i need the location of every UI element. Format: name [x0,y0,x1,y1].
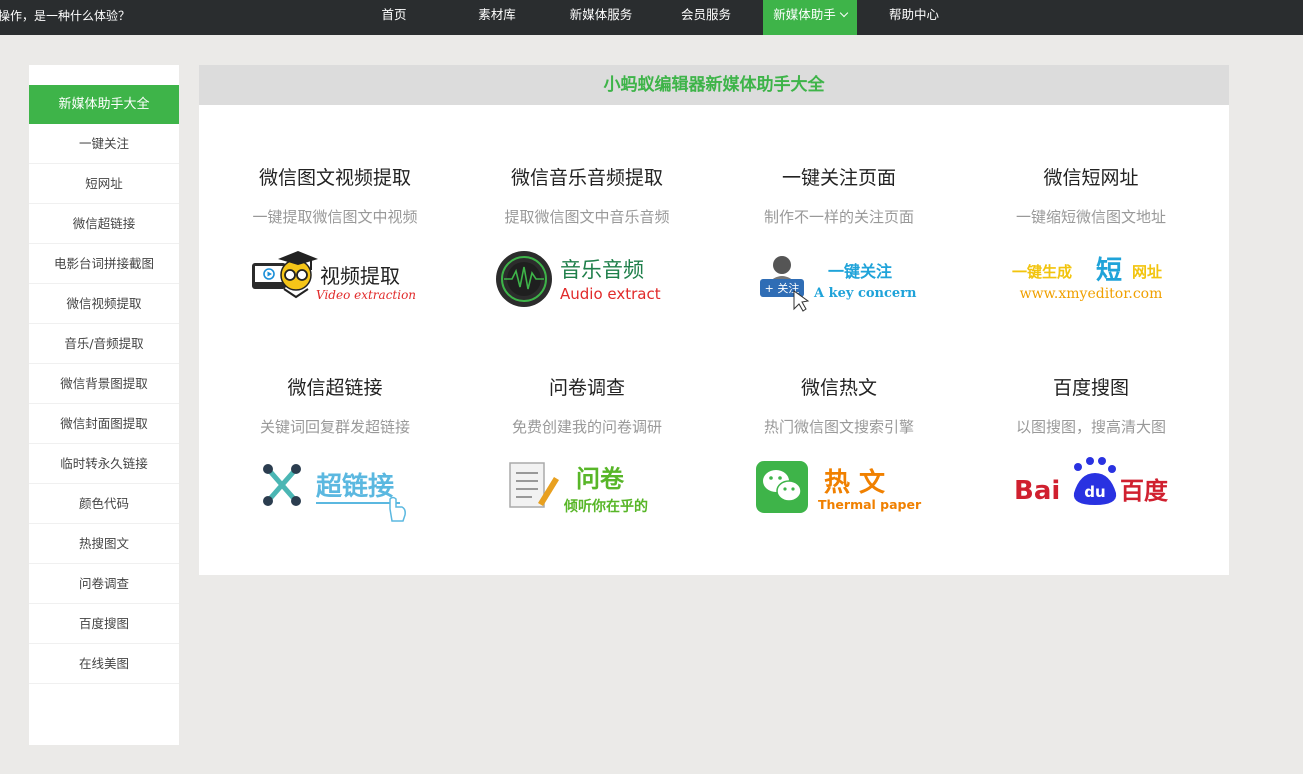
tool-card-baidu-image[interactable]: 百度搜图 以图搜图，搜高清大图 Bai du 百度 [965,375,1217,523]
sidebar-item-movie-lines[interactable]: 电影台词拼接截图 [29,244,179,284]
tool-title: 微信音乐音频提取 [510,167,663,189]
logo-text-b: 短 [1096,256,1122,286]
logo-subtext: Thermal paper [818,497,922,512]
nav-home[interactable]: 首页 [362,0,426,35]
tool-card-hot-article[interactable]: 微信热文 热门微信图文搜索引擎 热 文 Thermal paper [713,375,965,523]
tool-title: 百度搜图 [1052,377,1129,399]
sidebar-heading[interactable]: 新媒体助手大全 [29,85,179,124]
tool-card-audio-extract[interactable]: 微信音乐音频提取 提取微信图文中音乐音频 音乐音频 Audio extract [461,165,713,313]
logo-subtext: 倾听你在乎的 [563,498,648,515]
sidebar-item-color-code[interactable]: 颜色代码 [29,484,179,524]
tool-description: 制作不一样的关注页面 [763,208,914,226]
logo-text: 一键关注 [828,262,892,281]
logo-text-a: 一键生成 [1012,263,1072,281]
tool-card-questionnaire[interactable]: 问卷调查 免费创建我的问卷调研 问卷 倾听你在乎的 [461,375,713,523]
logo-subtext: www.xmyeditor.com [1020,286,1163,302]
logo-text: 问卷 [576,465,625,493]
tool-title: 问卷调查 [548,377,625,399]
nav-help-center[interactable]: 帮助中心 [878,0,950,35]
tool-card-key-concern[interactable]: 一键关注页面 制作不一样的关注页面 + 关注 一键关注 A key concer… [713,165,965,313]
sidebar-item-audio-extract[interactable]: 音乐/音频提取 [29,324,179,364]
tool-title: 微信热文 [800,377,877,399]
logo-text: 视频提取 [320,264,400,288]
sidebar-item-baidu-image[interactable]: 百度搜图 [29,604,179,644]
tool-card-hyperlink[interactable]: 微信超链接 关键词回复群发超链接 超链接 [209,375,461,523]
audio-extract-logo-icon: 音乐音频 Audio extract [496,251,661,307]
tools-panel: 小蚂蚁编辑器新媒体助手大全 微信图文视频提取 一键提取微信图文中视频 视频提取 … [199,65,1229,575]
nav-new-media-assistant-label: 新媒体助手 [773,7,836,22]
baidu-logo-icon: Bai du 百度 [1014,457,1169,506]
sidebar: 新媒体助手大全 一键关注 短网址 微信超链接 电影台词拼接截图 微信视频提取 音… [29,65,179,745]
logo-text-a: Bai [1014,476,1060,506]
tool-title: 微信短网址 [1043,167,1139,189]
tool-description: 热门微信图文搜索引擎 [763,418,914,436]
hot-article-logo-icon: 热 文 Thermal paper [756,461,922,513]
tool-description: 免费创建我的问卷调研 [511,418,662,436]
logo-subtext: Audio extract [560,285,661,303]
chevron-down-icon [839,8,848,18]
tool-description: 以图搜图，搜高清大图 [1015,418,1166,436]
tool-title: 微信图文视频提取 [258,167,411,189]
sidebar-item-cover-extract[interactable]: 微信封面图提取 [29,404,179,444]
sidebar-item-hot-search[interactable]: 热搜图文 [29,524,179,564]
tool-description: 提取微信图文中音乐音频 [504,208,670,226]
sidebar-item-one-click-follow[interactable]: 一键关注 [29,124,179,164]
panel-title: 小蚂蚁编辑器新媒体助手大全 [199,65,1229,105]
tool-card-short-url[interactable]: 微信短网址 一键缩短微信图文地址 一键生成 短 网址 www.xmyeditor… [965,165,1217,313]
nav-new-media-assistant[interactable]: 新媒体助手 [763,0,857,35]
tool-description: 关键词回复群发超链接 [259,418,410,436]
sidebar-list: 一键关注 短网址 微信超链接 电影台词拼接截图 微信视频提取 音乐/音频提取 微… [29,124,179,684]
sidebar-item-short-url[interactable]: 短网址 [29,164,179,204]
logo-subtext: Video extraction [316,288,416,302]
logo-subtext: A key concern [813,286,917,301]
logo-text-c: 网址 [1132,263,1162,281]
logo-text-c: 百度 [1120,477,1169,505]
sidebar-item-video-extract[interactable]: 微信视频提取 [29,284,179,324]
sidebar-item-online-photo[interactable]: 在线美图 [29,644,179,684]
sidebar-item-questionnaire[interactable]: 问卷调查 [29,564,179,604]
questionnaire-logo-icon: 问卷 倾听你在乎的 [509,462,648,515]
top-nav-bar: 操作，是一种什么体验？ 首页 素材库 新媒体服务 会员服务 新媒体助手 帮助中心 [0,0,1303,35]
sidebar-item-background-extract[interactable]: 微信背景图提取 [29,364,179,404]
tool-title: 微信超链接 [287,377,383,399]
key-concern-logo-icon: + 关注 一键关注 A key concern [760,256,917,312]
sidebar-item-hyperlink[interactable]: 微信超链接 [29,204,179,244]
short-url-logo-icon: 一键生成 短 网址 www.xmyeditor.com [1012,256,1163,302]
nav-materials[interactable]: 素材库 [465,0,529,35]
nav-member-service[interactable]: 会员服务 [670,0,742,35]
logo-text: 超链接 [316,471,394,502]
video-extraction-logo-icon: 视频提取 Video extraction [252,251,416,302]
nav-new-media-service[interactable]: 新媒体服务 [560,0,642,35]
logo-text-b: du [1084,483,1105,501]
hyperlink-logo-icon: 超链接 [263,464,406,522]
tool-title: 一键关注页面 [781,167,896,189]
tool-card-video-extract[interactable]: 微信图文视频提取 一键提取微信图文中视频 视频提取 Video extracti… [209,165,461,313]
logo-text: 音乐音频 [560,258,644,282]
tool-description: 一键提取微信图文中视频 [252,208,418,226]
tool-description: 一键缩短微信图文地址 [1015,208,1166,226]
sidebar-item-permanent-link[interactable]: 临时转永久链接 [29,444,179,484]
news-ticker[interactable]: 操作，是一种什么体验？ [0,0,130,35]
logo-text: 热 文 [824,467,886,498]
